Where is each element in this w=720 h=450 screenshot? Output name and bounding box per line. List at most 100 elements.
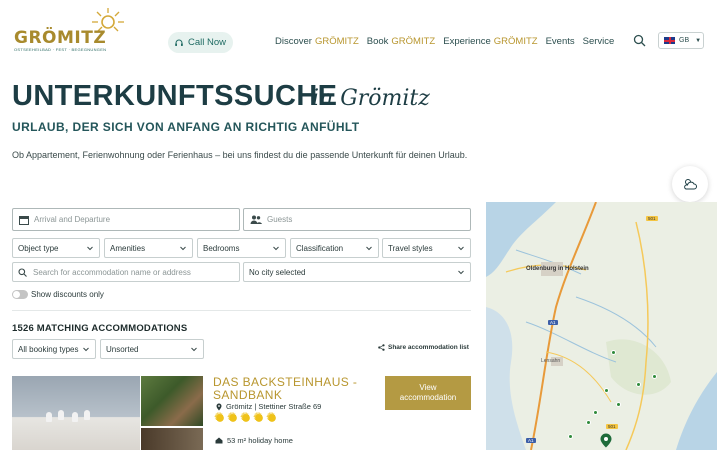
nav-events[interactable]: Events xyxy=(546,36,575,47)
filter-divider xyxy=(12,310,471,311)
chevron-down-icon xyxy=(180,246,186,251)
map-marker[interactable] xyxy=(586,420,591,425)
map-marker[interactable] xyxy=(636,382,641,387)
booking-type-select[interactable]: All booking types xyxy=(12,339,96,359)
nav-service[interactable]: Service xyxy=(583,36,615,47)
search-icon[interactable] xyxy=(633,34,646,47)
object-type-label: Object type xyxy=(18,243,59,253)
map-marker[interactable] xyxy=(652,374,657,379)
bedrooms-label: Bedrooms xyxy=(203,243,240,253)
main-nav: Discover GRÖMITZ Book GRÖMITZ Experience GR… xyxy=(275,36,614,47)
logo-tagline: OSTSEEHEILBAD · FEST · BEGEGNUNGEN xyxy=(14,47,107,52)
language-select[interactable]: GB ▼ xyxy=(658,32,704,49)
nav-book[interactable]: Book GRÖMITZ xyxy=(367,36,435,47)
map-marker[interactable] xyxy=(616,402,621,407)
chevron-down-icon: ▼ xyxy=(695,37,702,44)
photo-decor xyxy=(58,410,64,420)
city-select[interactable]: No city selected xyxy=(243,262,471,282)
house-icon xyxy=(215,437,223,444)
map-road-a1-south: A1 xyxy=(526,438,536,443)
photo-decor xyxy=(84,410,90,420)
chevron-down-icon xyxy=(191,347,197,352)
map-marker[interactable] xyxy=(611,350,616,355)
language-code: GB xyxy=(679,37,690,44)
share-list-button[interactable]: Share accommodation list xyxy=(378,344,469,351)
map-road-a1: A1 xyxy=(548,320,558,325)
accommodation-search-placeholder: Search for accommodation name or address xyxy=(33,267,191,277)
listing-title[interactable]: DAS BACKSTEINHAUS - SANDBANK xyxy=(213,376,373,402)
dates-field[interactable]: Arrival and Departure xyxy=(12,208,240,231)
accommodation-search-input[interactable]: Search for accommodation name or address xyxy=(12,262,240,282)
chevron-down-icon xyxy=(366,246,372,251)
map-marker[interactable] xyxy=(568,434,573,439)
results-count: 1526 MATCHING ACCOMMODATIONS xyxy=(12,323,188,334)
sun-rating xyxy=(214,410,277,424)
sun-icon xyxy=(266,410,277,424)
uk-flag-icon xyxy=(664,37,675,44)
map-road-501-south: 501 xyxy=(606,424,618,429)
sun-icon xyxy=(253,410,264,424)
intro-text: Ob Appartement, Ferienwohnung oder Ferie… xyxy=(12,150,468,160)
site-header: GRÖMITZ OSTSEEHEILBAD · FEST · BEGEGNUNG… xyxy=(0,0,720,70)
dates-placeholder: Arrival and Departure xyxy=(34,215,111,224)
map-town-label: Lensahn xyxy=(541,358,561,364)
discounts-toggle-label: Show discounts only xyxy=(31,290,104,299)
listing-size: 53 m² holiday home xyxy=(215,436,293,445)
listing-size-text: 53 m² holiday home xyxy=(227,436,293,445)
sun-icon xyxy=(227,410,238,424)
call-now-label: Call Now xyxy=(188,37,227,48)
map-city-label: Oldenburg in Holstein xyxy=(526,266,589,272)
sun-icon xyxy=(240,410,251,424)
chevron-down-icon xyxy=(458,270,464,275)
nav-service-label: Service xyxy=(582,36,615,47)
page-title-script: in Grömitz xyxy=(312,86,430,111)
amenities-select[interactable]: Amenities xyxy=(104,238,193,258)
amenities-label: Amenities xyxy=(110,243,146,253)
city-select-value: No city selected xyxy=(249,267,306,277)
discounts-toggle[interactable] xyxy=(12,290,28,299)
page-title: UNTERKUNFTSSUCHE xyxy=(12,80,338,112)
chevron-down-icon xyxy=(83,347,89,352)
selected-location-pin-icon[interactable] xyxy=(600,433,612,448)
call-now-button[interactable]: Call Now xyxy=(168,32,234,53)
map-marker[interactable] xyxy=(593,410,598,415)
nav-discover-accent: GRÖMITZ xyxy=(314,36,359,47)
calendar-icon xyxy=(19,215,29,225)
booking-type-value: All booking types xyxy=(18,344,79,354)
listing-photo-3[interactable] xyxy=(141,428,203,450)
headset-icon xyxy=(175,39,183,46)
view-accommodation-button[interactable]: View accommodation xyxy=(385,376,471,410)
object-type-select[interactable]: Object type xyxy=(12,238,100,258)
travel-styles-select[interactable]: Travel styles xyxy=(382,238,471,258)
logo-wordmark: GRÖMITZ xyxy=(14,28,107,48)
guests-icon xyxy=(250,215,262,224)
weather-icon xyxy=(684,179,697,190)
map-marker[interactable] xyxy=(604,388,609,393)
listing-main-photo[interactable] xyxy=(12,376,140,450)
classification-select[interactable]: Classification xyxy=(290,238,379,258)
chevron-down-icon xyxy=(458,246,464,251)
nav-discover[interactable]: Discover GRÖMITZ xyxy=(275,36,359,47)
map-background xyxy=(486,202,717,450)
nav-experience-accent: GRÖMITZ xyxy=(493,36,538,47)
chevron-down-icon xyxy=(87,246,93,251)
nav-experience[interactable]: Experience GRÖMITZ xyxy=(443,36,537,47)
chevron-down-icon xyxy=(273,246,279,251)
nav-experience-label: Experience xyxy=(443,36,491,47)
groemitz-logo[interactable]: GRÖMITZ OSTSEEHEILBAD · FEST · BEGEGNUNG… xyxy=(12,6,124,52)
map-road-501: 501 xyxy=(646,216,658,221)
sun-icon xyxy=(214,410,225,424)
page-subtitle: URLAUB, DER SICH VON ANFANG AN RICHTIG A… xyxy=(12,120,360,134)
listing-photo-2[interactable] xyxy=(141,376,203,426)
guests-field[interactable]: Guests xyxy=(243,208,471,231)
accommodation-map[interactable]: Oldenburg in Holstein Lensahn A1 A1 501 … xyxy=(486,202,717,450)
bedrooms-select[interactable]: Bedrooms xyxy=(197,238,286,258)
photo-decor xyxy=(72,412,78,422)
nav-book-label: Book xyxy=(366,36,389,47)
guests-placeholder: Guests xyxy=(267,215,293,224)
share-icon xyxy=(378,344,385,351)
sort-select[interactable]: Unsorted xyxy=(100,339,204,359)
weather-button[interactable] xyxy=(672,166,708,202)
nav-events-label: Events xyxy=(545,36,575,47)
travel-styles-label: Travel styles xyxy=(388,243,433,253)
